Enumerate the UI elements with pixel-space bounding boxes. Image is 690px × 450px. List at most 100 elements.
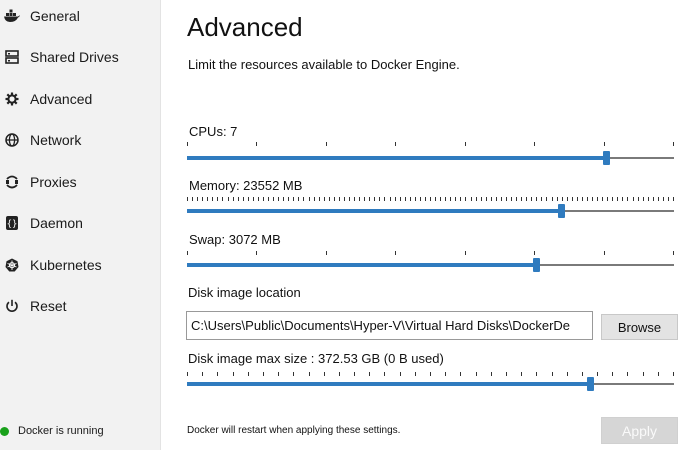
tick-mark (465, 197, 466, 201)
tick-mark (653, 197, 654, 201)
tick-mark (326, 251, 327, 255)
tick-mark (405, 197, 406, 201)
tick-mark (278, 197, 279, 201)
tick-mark (395, 251, 396, 255)
sidebar-item-kubernetes[interactable]: Kubernetes (0, 251, 160, 279)
tick-mark (379, 197, 380, 201)
tick-mark (673, 142, 674, 146)
tick-mark (491, 372, 492, 376)
browse-button[interactable]: Browse (601, 314, 678, 340)
tick-mark (339, 372, 340, 376)
tick-mark (471, 197, 472, 201)
tick-mark (233, 372, 234, 376)
tick-mark (604, 142, 605, 146)
page-title: Advanced (187, 12, 303, 42)
tick-mark (314, 197, 315, 201)
sidebar-item-shared-drives[interactable]: Shared Drives (0, 43, 160, 71)
page-subtitle: Limit the resources available to Docker … (188, 57, 460, 72)
tick-mark (460, 197, 461, 201)
tick-mark (187, 142, 188, 146)
swap-ticks (187, 251, 674, 255)
tick-mark (344, 197, 345, 201)
tick-mark (256, 142, 257, 146)
tick-mark (187, 197, 188, 201)
tick-mark (364, 197, 365, 201)
proxies-icon (4, 174, 20, 190)
disk-size-ticks (187, 372, 674, 376)
tick-mark (233, 197, 234, 201)
tick-mark (481, 197, 482, 201)
tick-mark (369, 197, 370, 201)
tick-mark (435, 197, 436, 201)
tick-mark (369, 372, 370, 376)
sidebar-item-daemon[interactable]: {} Daemon (0, 209, 160, 237)
sidebar: General Shared Drives Advanced Network P… (0, 0, 161, 450)
tick-mark (546, 197, 547, 201)
tick-mark (263, 372, 264, 376)
sidebar-item-label: General (30, 8, 80, 24)
tick-mark (465, 251, 466, 255)
tick-mark (491, 197, 492, 201)
tick-mark (531, 197, 532, 201)
tick-mark (202, 197, 203, 201)
cpus-ticks (187, 142, 674, 146)
gear-icon (4, 91, 20, 107)
sidebar-item-label: Reset (30, 298, 67, 314)
tick-mark (248, 197, 249, 201)
tick-mark (643, 197, 644, 201)
tick-mark (303, 197, 304, 201)
tick-mark (516, 197, 517, 201)
memory-slider[interactable] (187, 204, 674, 218)
sidebar-item-reset[interactable]: Reset (0, 292, 160, 320)
tick-mark (374, 197, 375, 201)
kubernetes-wheel-icon (4, 257, 20, 273)
sidebar-item-label: Shared Drives (30, 49, 119, 65)
tick-mark (440, 197, 441, 201)
tick-mark (415, 372, 416, 376)
disk-size-slider[interactable] (187, 377, 674, 391)
tick-mark (673, 372, 674, 376)
tick-mark (228, 197, 229, 201)
tick-mark (400, 197, 401, 201)
sidebar-item-advanced[interactable]: Advanced (0, 85, 160, 113)
sidebar-item-general[interactable]: General (0, 2, 160, 30)
tick-mark (415, 197, 416, 201)
swap-label: Swap: 3072 MB (189, 232, 281, 247)
slider-thumb[interactable] (603, 151, 610, 165)
tick-mark (283, 197, 284, 201)
sidebar-item-network[interactable]: Network (0, 126, 160, 154)
slider-thumb[interactable] (587, 377, 594, 391)
tick-mark (663, 197, 664, 201)
sidebar-item-label: Network (30, 132, 82, 148)
tick-mark (476, 372, 477, 376)
apply-button[interactable]: Apply (601, 417, 678, 444)
tick-mark (217, 372, 218, 376)
slider-thumb[interactable] (558, 204, 565, 218)
cpus-slider[interactable] (187, 151, 674, 165)
cpus-label: CPUs: 7 (189, 124, 238, 139)
tick-mark (324, 197, 325, 201)
tick-mark (349, 197, 350, 201)
tick-mark (597, 197, 598, 201)
tick-mark (582, 197, 583, 201)
tick-mark (256, 251, 257, 255)
tick-mark (298, 197, 299, 201)
tick-mark (293, 372, 294, 376)
tick-mark (511, 197, 512, 201)
swap-slider[interactable] (187, 258, 674, 272)
sidebar-item-label: Daemon (30, 215, 83, 231)
tick-mark (268, 197, 269, 201)
disk-location-field[interactable]: C:\Users\Public\Documents\Hyper-V\Virtua… (186, 311, 593, 340)
slider-thumb[interactable] (533, 258, 540, 272)
tick-mark (293, 197, 294, 201)
tick-mark (496, 197, 497, 201)
sidebar-item-proxies[interactable]: Proxies (0, 168, 160, 196)
tick-mark (425, 197, 426, 201)
disk-size-label: Disk image max size : 372.53 GB (0 B use… (188, 351, 444, 366)
tick-mark (420, 197, 421, 201)
tick-mark (258, 197, 259, 201)
daemon-braces-icon: {} (4, 215, 20, 231)
tick-mark (643, 372, 644, 376)
tick-mark (612, 372, 613, 376)
tick-mark (668, 197, 669, 201)
